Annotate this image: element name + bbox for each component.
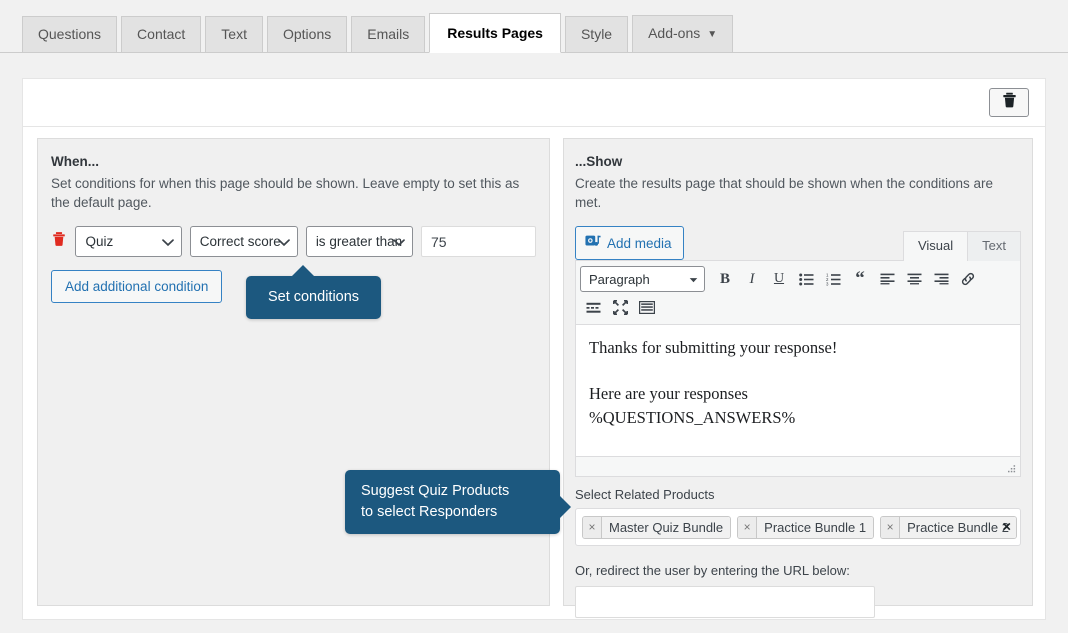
panels-row: When... Set conditions for when this pag… [37,138,1033,618]
products-label: Select Related Products [575,487,715,502]
add-media-button[interactable]: Add media [575,226,684,260]
fullscreen-icon[interactable] [607,295,633,320]
toolbar-toggle-icon[interactable] [634,295,660,320]
chevron-down-icon [393,234,405,249]
editor-paragraph-1: Thanks for submitting your response! [589,338,838,357]
editor-toolbar-row-2 [580,295,1016,320]
editor-paragraph-2-line-1: Here are your responses [589,384,748,403]
condition-field-select[interactable]: Correct score [189,226,298,257]
editor-resize-handle[interactable] [1005,462,1017,474]
product-token: × Practice Bundle 2 [880,515,1017,539]
results-page-card: When... Set conditions for when this pag… [22,78,1046,620]
editor-top-bar: Add media Visual Text [575,226,1021,261]
format-select-value: Paragraph [589,271,650,287]
editor-status-bar [576,456,1020,476]
product-token: × Master Quiz Bundle [582,515,732,539]
editor-paragraph-2-line-2: %QUESTIONS_ANSWERS% [589,408,796,427]
media-icon [585,233,601,253]
bulleted-list-icon[interactable] [793,267,819,292]
tab-contact[interactable]: Contact [121,16,202,53]
callout-set-conditions: Set conditions [246,265,381,319]
condition-operator-select[interactable]: is greater than [305,226,413,257]
condition-field-value: Correct score [199,234,281,249]
tab-label: Text [221,26,247,42]
related-products-field[interactable]: × Master Quiz Bundle × Practice Bundle 1 × Pr… [575,508,1021,546]
condition-source-select[interactable]: Quiz [75,226,182,257]
when-panel-title: When... [51,154,99,169]
chevron-down-icon [277,234,290,249]
tab-results-pages[interactable]: Results Pages [429,13,561,53]
condition-value-input[interactable] [421,226,536,257]
read-more-icon[interactable] [580,295,606,320]
product-token-label: Master Quiz Bundle [602,516,731,538]
tab-add-ons[interactable]: Add-ons ▼ [632,15,734,53]
tab-bar: Questions Contact Text Options Emails Results… [0,0,1068,53]
align-right-icon[interactable] [928,267,954,292]
blockquote-icon[interactable]: “ [847,267,873,292]
tab-options[interactable]: Options [266,16,348,53]
condition-row: Quiz Correct score is greater than [51,226,536,257]
insert-link-icon[interactable] [955,267,981,292]
underline-icon[interactable]: U [766,267,792,292]
svg-text:3: 3 [826,281,829,285]
callout-suggest-products-line-1: Suggest Quiz Products [361,483,510,499]
show-panel-title: ...Show [575,154,623,169]
editor-mode-tabs: Visual Text [902,231,1021,261]
show-panel-description: Create the results page that should be s… [575,176,994,210]
product-token: × Practice Bundle 1 [737,515,875,539]
editor-paragraph-2: Here are your responses %QUESTIONS_ANSWE… [589,382,1007,430]
chevron-down-icon: ▼ [707,29,718,40]
when-panel-description: Set conditions for when this page should… [51,176,520,210]
numbered-list-icon[interactable]: 1 2 3 [820,267,846,292]
remove-product-icon[interactable]: × [738,516,758,538]
editor-tab-visual[interactable]: Visual [902,231,969,261]
tab-label: Add-ons [648,25,701,42]
chevron-down-icon [161,234,174,249]
delete-condition-button[interactable] [51,231,67,252]
delete-results-page-button[interactable] [989,88,1029,117]
tab-label: Emails [367,26,410,42]
tab-label: Style [580,26,613,42]
tab-emails[interactable]: Emails [351,16,426,53]
tab-label: Contact [137,26,186,42]
tab-list: Questions Contact Text Options Emails Results… [22,13,734,53]
align-left-icon[interactable] [874,267,900,292]
redirect-url-label: Or, redirect the user by entering the UR… [575,563,850,578]
tab-questions[interactable]: Questions [22,16,118,53]
card-header [23,79,1045,127]
add-additional-condition-button[interactable]: Add additional condition [51,270,223,303]
trash-icon [1002,92,1017,113]
show-panel: ...Show Create the results page that sho… [563,138,1033,618]
editor-tab-text[interactable]: Text [968,231,1021,261]
bold-icon[interactable]: B [712,267,738,292]
add-media-label: Add media [607,235,672,251]
editor-toolbar-row-1: Paragraph B I U 1 2 3 “ [580,266,1016,292]
product-token-label: Practice Bundle 2 [900,516,1016,538]
trash-icon [52,231,66,252]
clear-all-products-button[interactable]: × [1002,520,1011,535]
italic-icon[interactable]: I [739,267,765,292]
callout-suggest-products: Suggest Quiz Products to select Responde… [345,470,571,534]
callout-suggest-products-line-2: to select Responders [361,504,498,520]
rich-text-editor: Paragraph B I U 1 2 3 “ Thanks for submi… [575,260,1021,477]
callout-set-conditions-text: Set conditions [267,289,360,305]
condition-operator-value: is greater than [315,234,403,249]
chevron-down-icon [689,272,698,287]
remove-product-icon[interactable]: × [881,516,901,538]
product-token-label: Practice Bundle 1 [757,516,874,538]
tab-label: Questions [38,26,102,42]
editor-content-area[interactable]: Thanks for submitting your response! Her… [576,325,1020,456]
condition-source-value: Quiz [85,234,114,249]
product-token-list: × Master Quiz Bundle × Practice Bundle 1 × Pr… [582,515,1017,539]
tab-label: Results Pages [447,25,543,41]
format-select[interactable]: Paragraph [580,266,705,292]
align-center-icon[interactable] [901,267,927,292]
tab-style[interactable]: Style [564,16,629,53]
editor-toolbar: Paragraph B I U 1 2 3 “ [576,261,1020,325]
tab-text[interactable]: Text [205,16,263,53]
when-panel: When... Set conditions for when this pag… [37,138,550,606]
remove-product-icon[interactable]: × [583,516,602,538]
redirect-url-input[interactable] [575,586,875,618]
tab-label: Options [282,26,332,42]
